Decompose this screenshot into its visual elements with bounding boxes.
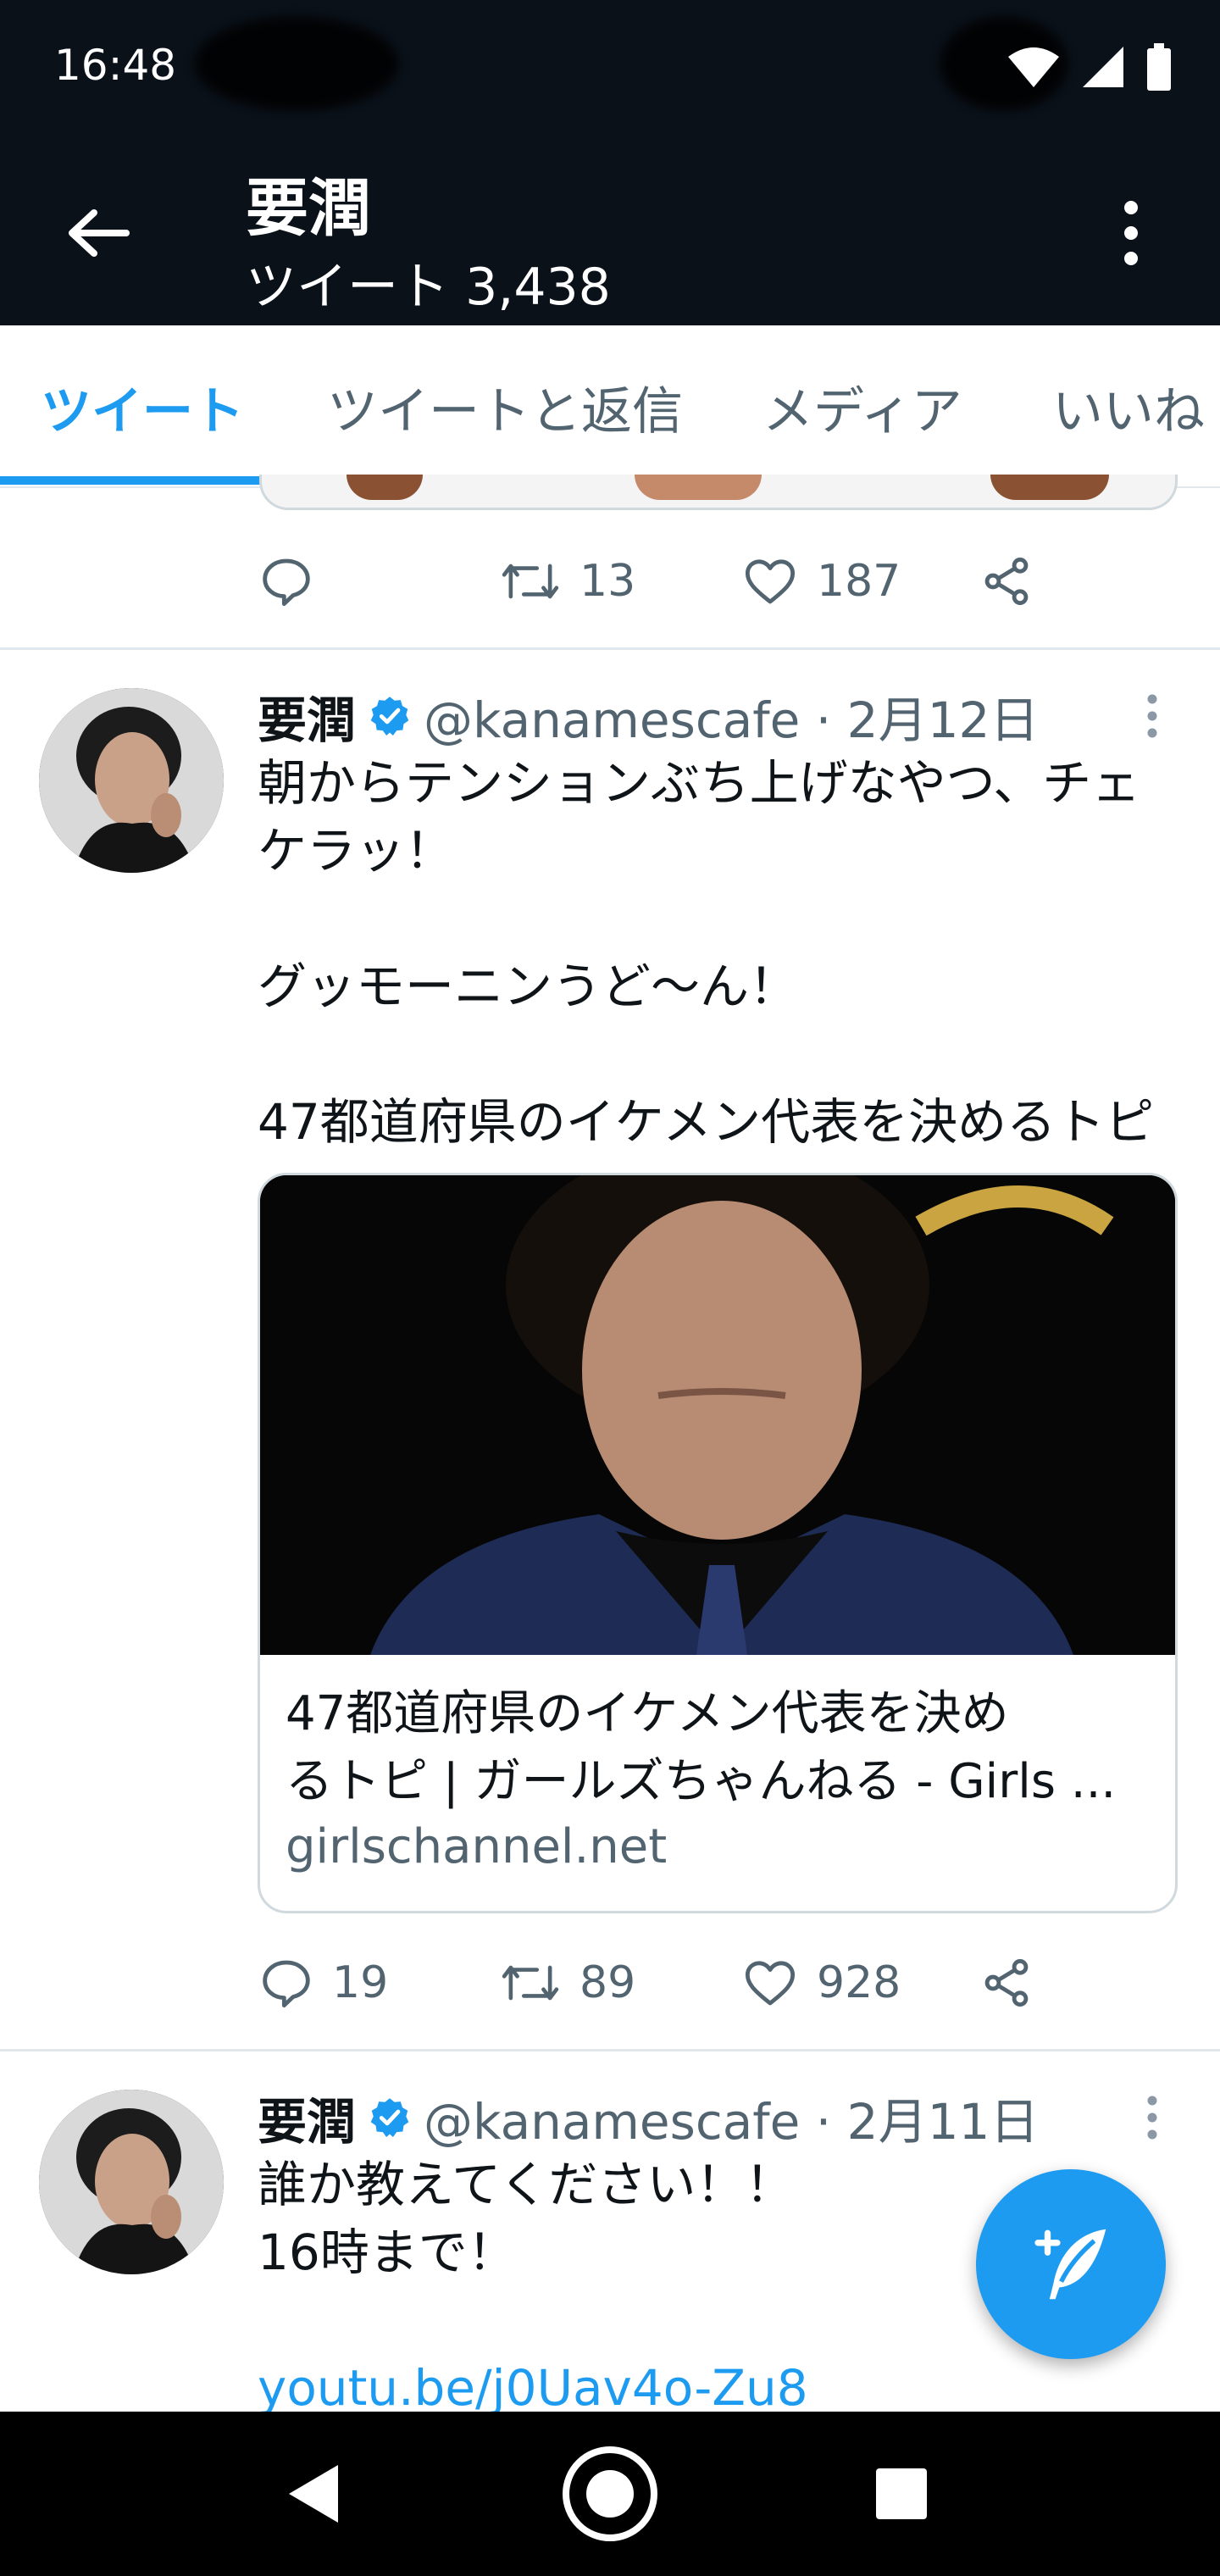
avatar[interactable] xyxy=(39,2090,224,2274)
share-button[interactable] xyxy=(979,541,1034,622)
retweet-count: 89 xyxy=(580,1957,636,2008)
share-button[interactable] xyxy=(979,1942,1034,2024)
share-icon xyxy=(984,558,1029,605)
avatar-photo xyxy=(39,2090,224,2274)
more-vertical-icon xyxy=(1147,2096,1157,2140)
nav-back-button[interactable] xyxy=(229,2412,398,2576)
tab-replies-label: ツイートと返信 xyxy=(327,381,683,441)
more-vertical-icon xyxy=(1124,201,1138,265)
more-options-button[interactable] xyxy=(1093,186,1169,280)
tweet-handle-date: @kanamescafe · 2月11日 xyxy=(424,2093,1040,2151)
tab-media[interactable]: メディア xyxy=(762,325,962,488)
compose-tweet-button[interactable] xyxy=(976,2169,1166,2359)
tweet-actions: 13 187 xyxy=(259,541,1106,622)
like-button[interactable]: 928 xyxy=(742,1942,901,2024)
status-redaction xyxy=(195,17,398,110)
tweet-more-button[interactable] xyxy=(1135,678,1169,754)
tweet-more-button[interactable] xyxy=(1135,2079,1169,2156)
status-bar: 16:48 xyxy=(0,0,1220,136)
like-button[interactable]: 187 xyxy=(742,541,901,622)
nav-recents-button[interactable] xyxy=(817,2412,986,2576)
verified-badge-icon xyxy=(370,2098,409,2137)
compose-tweet-icon xyxy=(1034,2229,1106,2300)
like-count: 928 xyxy=(817,1957,901,2008)
nav-home-button[interactable] xyxy=(525,2412,695,2576)
tweet-header: 要潤 @kanamescafe · 2月11日 xyxy=(258,2079,1039,2156)
tab-media-label: メディア xyxy=(762,381,962,441)
tweet-separator xyxy=(0,2049,1220,2051)
tweet-author-name[interactable]: 要潤 xyxy=(258,2082,356,2153)
nav-recents-icon xyxy=(876,2468,927,2519)
reply-count: 19 xyxy=(332,1957,389,2008)
avatar[interactable] xyxy=(39,688,224,873)
partial-tweet-media[interactable] xyxy=(259,475,1178,510)
battery-icon xyxy=(1147,43,1171,91)
retweet-icon xyxy=(502,564,559,599)
tweet-handle-date: @kanamescafe · 2月12日 xyxy=(424,691,1040,749)
nav-back-icon xyxy=(289,2465,338,2523)
like-icon xyxy=(745,1961,796,2006)
tab-likes-label: いいね xyxy=(1052,381,1205,441)
tweet-line: グッモーニンうど〜ん！ xyxy=(258,958,799,1015)
tab-likes[interactable]: いいね xyxy=(1052,325,1205,488)
like-count: 187 xyxy=(817,556,901,607)
tweet-line: 47都道府県のイケメン代表を決めるトピ xyxy=(258,1093,1155,1151)
avatar-photo xyxy=(39,688,224,873)
tweet-line: ケラッ！ xyxy=(258,822,455,880)
tweet-line xyxy=(258,1020,1190,1088)
tweet-count: ツイート 3,438 xyxy=(246,258,611,317)
tweet-separator xyxy=(0,647,1220,650)
tweet-actions: 19 89 928 xyxy=(259,1942,1106,2024)
reply-button[interactable]: 19 xyxy=(259,1942,388,2024)
back-button[interactable] xyxy=(51,186,144,280)
tweet-body: 朝からテンションぶち上げなやつ、チェ ケラッ！ グッモーニンうど〜ん！ 47都道… xyxy=(258,749,1190,1156)
tweet-line xyxy=(258,885,1190,952)
reply-icon xyxy=(263,558,310,607)
status-time: 16:48 xyxy=(54,41,177,90)
retweet-button[interactable]: 89 xyxy=(500,1942,635,2024)
more-vertical-icon xyxy=(1147,694,1157,738)
profile-name-title: 要潤 xyxy=(246,172,371,245)
status-icons xyxy=(1006,37,1173,97)
wifi-icon xyxy=(1008,47,1059,87)
reply-button[interactable] xyxy=(259,541,313,622)
tab-tweets[interactable]: ツイート xyxy=(41,325,244,488)
verified-badge-icon xyxy=(370,697,409,736)
link-title-line: 47都道府県のイケメン代表を決め xyxy=(286,1686,1009,1741)
like-icon xyxy=(745,559,796,604)
reply-icon xyxy=(263,1960,310,2008)
nav-home-icon xyxy=(563,2446,657,2541)
link-preview-card[interactable]: 47都道府県のイケメン代表を決め るトピ | ガールズちゃんねる - Girls… xyxy=(258,1173,1178,1913)
tab-tweets-and-replies[interactable]: ツイートと返信 xyxy=(327,325,683,488)
tweet-author-name[interactable]: 要潤 xyxy=(258,680,356,752)
back-arrow-icon xyxy=(69,209,130,257)
link-title-line: るトピ | ガールズちゃんねる - Girls ... xyxy=(286,1754,1117,1809)
link-preview-image xyxy=(260,1175,1175,1655)
link-preview-title: 47都道府県のイケメン代表を決め るトピ | ガールズちゃんねる - Girls… xyxy=(286,1680,1150,1816)
tweet-line: 朝からテンションぶち上げなやつ、チェ xyxy=(258,754,1141,812)
link-preview-domain: girlschannel.net xyxy=(286,1819,668,1874)
profile-tabs: ツイート ツイートと返信 メディア いいね xyxy=(0,325,1220,488)
retweet-count: 13 xyxy=(580,556,636,607)
tweet-header: 要潤 @kanamescafe · 2月12日 xyxy=(258,678,1039,754)
tab-tweets-label: ツイート xyxy=(41,381,244,441)
share-icon xyxy=(984,1959,1029,2007)
signal-icon xyxy=(1083,47,1123,87)
retweet-button[interactable]: 13 xyxy=(500,541,635,622)
retweet-icon xyxy=(502,1965,559,2001)
system-navigation-bar xyxy=(0,2412,1220,2576)
active-tab-indicator xyxy=(0,476,285,485)
top-app-bar: 16:48 要潤 ツイート 3,438 xyxy=(0,0,1220,325)
